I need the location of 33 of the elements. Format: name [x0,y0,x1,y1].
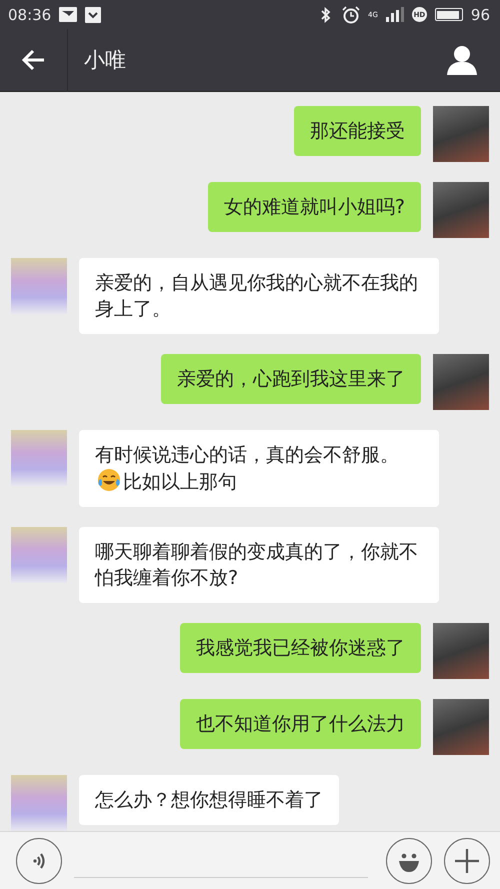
image-notification-icon [59,7,78,22]
voice-input-button[interactable] [16,838,62,884]
avatar-photo-placeholder[interactable] [433,106,489,162]
avatar-photo-placeholder[interactable] [11,258,67,314]
message-bubble: 也不知道你用了什么法力 [180,699,421,750]
message-bubble: 有时候说违心的话，真的会不舒服。 比如以上那句 [79,430,439,508]
avatar-photo-placeholder[interactable] [433,354,489,410]
laughing-tears-emoji-icon [97,468,121,492]
contact-profile-icon[interactable] [446,44,478,76]
person-silhouette-icon [446,44,478,76]
avatar-photo-placeholder[interactable] [433,699,489,756]
avatar-photo-placeholder[interactable] [433,182,489,238]
message-bubble: 女的难道就叫小姐吗? [208,182,421,232]
message-bubble: 亲爱的，自从遇见你我的心就不在我的身上了。 [79,258,439,334]
message-bubble: 那还能接受 [294,106,421,156]
battery-percent: 96 [470,6,490,24]
avatar-photo-placeholder[interactable] [11,775,67,832]
message-bubble: 哪天聊着聊着假的变成真的了，你就不怕我缠着你不放? [79,527,439,604]
message-bubble: 亲爱的，心跑到我这里来了 [161,354,421,404]
back-arrow-icon [22,49,46,72]
message-bubble: 怎么办？想你想得睡不着了 [79,775,339,826]
emoji-button[interactable] [386,838,432,884]
avatar-photo-placeholder[interactable] [11,430,67,486]
alarm-clock-icon [342,6,360,24]
message-bubble: 我感觉我已经被你迷惑了 [180,623,421,674]
plus-icon [453,846,481,875]
avatar-photo-placeholder[interactable] [11,527,67,584]
add-button[interactable] [444,838,490,884]
battery-icon [434,8,463,22]
status-time: 08:36 [8,6,52,24]
chat-title: 小唯 [84,47,127,74]
signal-bars-icon [386,7,404,22]
avatar-photo-placeholder[interactable] [433,623,489,680]
